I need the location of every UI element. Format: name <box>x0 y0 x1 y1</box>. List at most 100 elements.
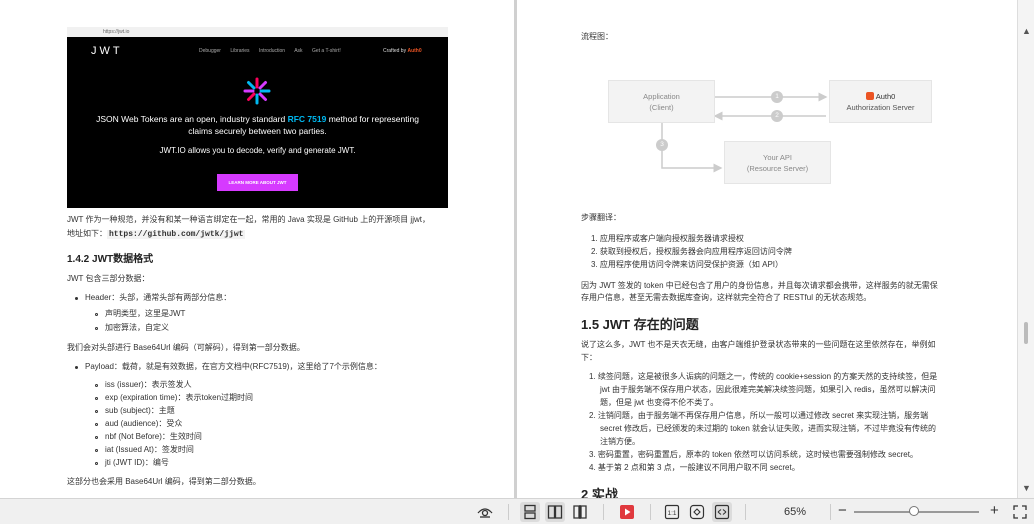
nav-libraries: Libraries <box>230 48 250 54</box>
viewer-toolbar: 1:1 65% − + <box>0 498 1034 524</box>
vertical-scrollbar[interactable]: ▲ ▼ <box>1017 0 1034 498</box>
step-2-text: 2. 获取到授权后，授权服务器会向应用程序返回访问令牌 <box>591 247 792 256</box>
fullscreen-icon <box>1013 505 1027 519</box>
sub-bullet-icon <box>95 397 98 400</box>
two-page-view-button[interactable] <box>545 502 565 522</box>
nav-tshirt: Get a T-shirt! <box>311 48 341 54</box>
single-page-view-button[interactable] <box>520 502 540 522</box>
summary-line-2: 存用户信息，甚至无需去数据库查询，这样就完全符合了 RESTful 的无状态规范… <box>581 293 872 302</box>
auth0-brand: Auth0 <box>830 91 931 102</box>
toolbar-separator <box>603 504 604 520</box>
sub-bullet-icon <box>95 436 98 439</box>
header-sub-1: 声明类型，这里是JWT <box>105 309 186 318</box>
problem-4-line-1: 4. 基于第 2 点和第 3 点，一般建议不同用户取不同 secret。 <box>589 463 800 472</box>
fit-width-icon <box>714 504 730 520</box>
right-page: 流程图： Application (Client) Auth0 Authoriz… <box>517 0 1017 498</box>
sub-bullet-icon <box>95 313 98 316</box>
problem-1-line-1: 1. 续签问题，这是被很多人诟病的问题之一，传统的 cookie+session… <box>589 372 938 381</box>
step-3-badge: 3 <box>656 139 668 151</box>
auth0-brand-label: Auth0 <box>875 91 896 101</box>
svg-text:1:1: 1:1 <box>667 510 676 517</box>
heading-practice: 2 实战 <box>581 487 618 498</box>
nav-debugger: Debugger <box>199 48 221 54</box>
heading-jwt-problems: 1.5 JWT 存在的问题 <box>581 317 699 332</box>
problem-1-line-3: 题，但是 jwt 也变得不伦不类了。 <box>600 398 719 407</box>
single-page-icon <box>524 504 536 520</box>
step-1-badge: 1 <box>771 91 783 103</box>
payload-sub-iss: iss (issuer)：表示签发人 <box>105 380 192 389</box>
crafted-by-label: Crafted by <box>383 48 407 54</box>
browser-url: https://jwt.io <box>103 29 130 35</box>
sub-bullet-icon <box>95 384 98 387</box>
payload-item: Payload：载荷，就是有效数据，在官方文档中(RFC7519)，这里给了7个… <box>85 362 382 371</box>
tagline-pre: JSON Web Tokens are an open, industry st… <box>96 114 288 124</box>
flow-label: 流程图： <box>581 32 613 41</box>
zoom-slider-knob[interactable] <box>909 506 919 516</box>
zoom-out-button[interactable]: − <box>838 502 847 520</box>
intro-address-label: 地址如下： <box>67 229 107 238</box>
sub-bullet-icon <box>95 410 98 413</box>
toolbar-separator <box>830 504 831 520</box>
fit-width-button[interactable] <box>712 502 732 522</box>
play-icon <box>620 505 634 519</box>
actual-size-button[interactable]: 1:1 <box>662 502 682 522</box>
problem-intro-line-2: 下： <box>581 353 597 362</box>
zoom-in-button[interactable]: + <box>990 502 999 520</box>
scroll-down-icon[interactable]: ▼ <box>1022 483 1031 493</box>
jwt-nav: Debugger Libraries Introduction Ask Get … <box>199 48 349 54</box>
resource-server-label: (Resource Server) <box>746 163 809 173</box>
zoom-level[interactable]: 65% <box>770 504 820 520</box>
step-2-badge: 2 <box>771 110 783 122</box>
fullscreen-button[interactable] <box>1010 502 1030 522</box>
two-page-icon <box>547 505 563 519</box>
header-sub-2: 加密算法，自定义 <box>105 323 169 332</box>
browser-bar: https://jwt.io <box>67 27 448 37</box>
application-label: Application <box>643 91 680 101</box>
jwt-logo: JWT <box>91 45 123 57</box>
jjwt-url: https://github.com/jwtk/jjwt <box>107 230 246 239</box>
scrollbar-thumb[interactable] <box>1024 322 1028 344</box>
sub-bullet-icon <box>95 462 98 465</box>
bullet-icon <box>75 366 78 369</box>
problem-3-line-1: 3. 密码重置，密码重置后，原本的 token 依然可以访问系统，这时候也需要强… <box>589 450 918 459</box>
header-item: Header：头部，通常头部有两部分信息： <box>85 293 232 302</box>
payload-sub-iat: iat (Issued At)：签发时间 <box>105 445 194 454</box>
zoom-slider[interactable] <box>854 506 979 516</box>
left-page: https://jwt.io JWT Debugger Libraries In… <box>0 0 514 498</box>
problem-2-line-1: 2. 注销问题，由于服务端不再保存用户信息，所以一般可以通过修改 secret … <box>589 411 929 420</box>
payload-sub-exp: exp (expiration time)：表示token过期时间 <box>105 393 254 402</box>
jwt-tagline-2: JWT.IO allows you to decode, verify and … <box>159 146 356 155</box>
book-view-button[interactable] <box>570 502 590 522</box>
problem-2-line-3: 注销方便。 <box>600 437 640 446</box>
problem-1-line-2: jwt 由于服务端不保存用户状态，因此很难完美解决续签问题，如果引入 redis… <box>600 385 936 394</box>
problem-2-line-2: secret 修改后，已经颁发的未过期的 token 就会认证失败，进而实现注销… <box>600 424 937 433</box>
slideshow-button[interactable] <box>617 502 637 522</box>
toolbar-separator <box>650 504 651 520</box>
problem-intro-line-1: 说了这么多，JWT 也不是天衣无缝，由客户端维护登录状态带来的一些问题在这里依然… <box>581 340 936 349</box>
auth0-icon <box>865 91 874 100</box>
rfc-link: RFC 7519 <box>287 114 327 124</box>
resource-server-box: Your API (Resource Server) <box>724 141 831 184</box>
payload-encode-text: 这部分也会采用 Base64Url 编码，得到第二部分数据。 <box>67 477 261 486</box>
tagline-line2: claims securely between two parties. <box>188 126 327 136</box>
payload-sub-aud: aud (audience)：受众 <box>105 419 183 428</box>
fit-page-button[interactable] <box>687 502 707 522</box>
nav-introduction: Introduction <box>258 48 286 54</box>
scroll-up-icon[interactable]: ▲ <box>1022 26 1031 36</box>
book-icon <box>573 505 587 519</box>
client-label: (Client) <box>649 102 674 112</box>
api-label: Your API <box>763 152 792 162</box>
learn-more-button: LEARN MORE ABOUT JWT <box>217 174 298 191</box>
application-client-box: Application (Client) <box>608 80 715 123</box>
summary-line-1: 因为 JWT 签发的 token 中已经包含了用户的身份信息，并且每次请求都会携… <box>581 281 938 290</box>
step-1-text: 1. 应用程序或客户端向授权服务器请求授权 <box>591 234 744 243</box>
toolbar-separator <box>745 504 746 520</box>
toolbar-separator <box>508 504 509 520</box>
authorization-server-box: Auth0 Authorization Server <box>829 80 932 123</box>
steps-title: 步骤翻译： <box>581 213 621 222</box>
eye-icon <box>477 508 493 518</box>
sub-bullet-icon <box>95 423 98 426</box>
intro-line-2: 地址如下： https://github.com/jwtk/jjwt <box>67 228 246 241</box>
reading-mode-button[interactable] <box>475 502 495 522</box>
authorization-server-label: Authorization Server <box>846 102 915 112</box>
